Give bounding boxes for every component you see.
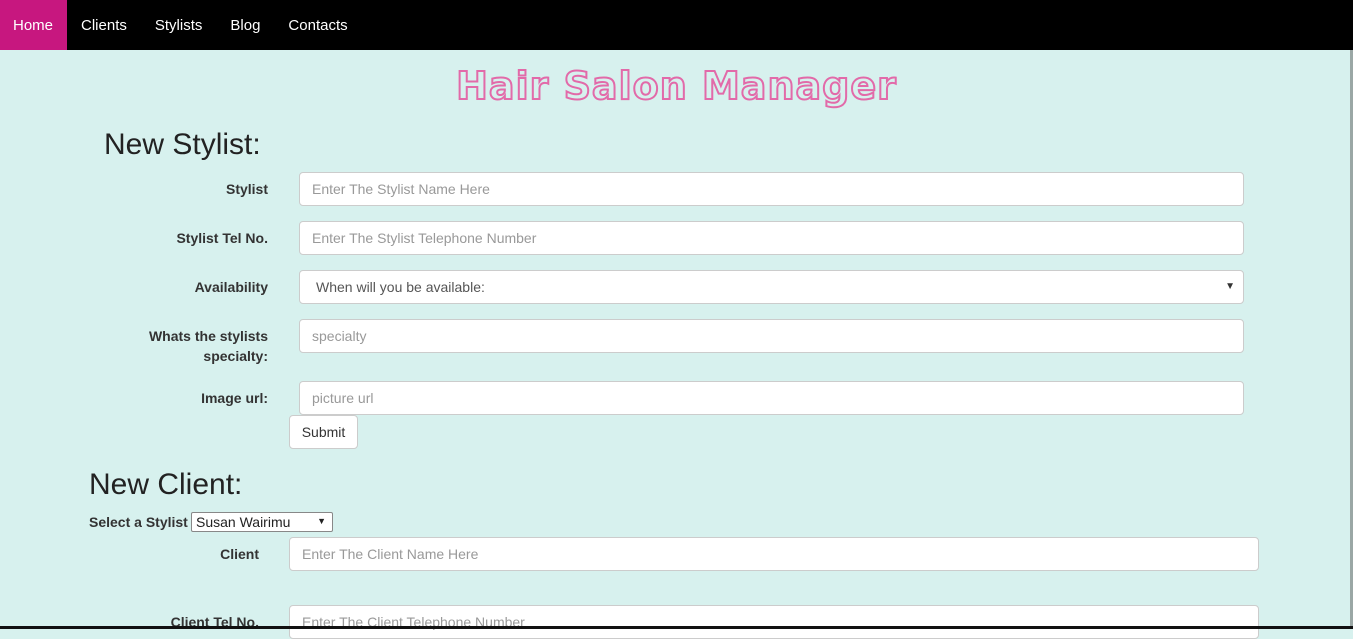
stylist-select-value: Susan Wairimu — [196, 514, 291, 530]
client-tel-input[interactable] — [289, 605, 1259, 639]
client-name-input[interactable] — [289, 537, 1259, 571]
image-url-label: Image url: — [201, 390, 268, 406]
nav-stylists[interactable]: Stylists — [141, 0, 217, 50]
specialty-input[interactable] — [299, 319, 1244, 353]
stylist-label: Stylist — [225, 181, 268, 197]
nav-clients[interactable]: Clients — [67, 0, 141, 50]
top-navbar: Home Clients Stylists Blog Contacts — [0, 0, 1353, 50]
client-label: Client — [220, 546, 259, 562]
specialty-label-line1: Whats the stylists — [148, 328, 268, 344]
nav-home[interactable]: Home — [0, 0, 68, 50]
site-logo: Hair Salon Manager — [455, 63, 897, 109]
stylist-tel-input[interactable] — [299, 221, 1244, 255]
specialty-label-line2: specialty: — [203, 348, 268, 364]
image-url-input[interactable] — [299, 381, 1244, 415]
stylist-select[interactable]: Susan Wairimu ▼ — [191, 512, 333, 532]
new-stylist-heading: New Stylist: — [104, 128, 261, 161]
availability-select[interactable]: When will you be available: ▼ — [299, 270, 1244, 304]
client-tel-label: Client Tel No. — [170, 614, 259, 630]
select-stylist-label: Select a Stylist — [89, 514, 188, 530]
nav-blog[interactable]: Blog — [216, 0, 274, 50]
stylist-tel-label: Stylist Tel No. — [176, 230, 268, 246]
nav-contacts[interactable]: Contacts — [274, 0, 361, 50]
availability-label: Availability — [194, 279, 268, 295]
stylist-name-input[interactable] — [299, 172, 1244, 206]
specialty-label: Whats the stylists specialty: — [100, 326, 268, 366]
new-client-heading: New Client: — [89, 468, 243, 501]
chevron-down-icon: ▼ — [317, 516, 326, 526]
submit-button[interactable]: Submit — [289, 415, 358, 449]
availability-value: When will you be available: — [316, 279, 485, 295]
chevron-down-icon: ▼ — [1225, 281, 1235, 292]
